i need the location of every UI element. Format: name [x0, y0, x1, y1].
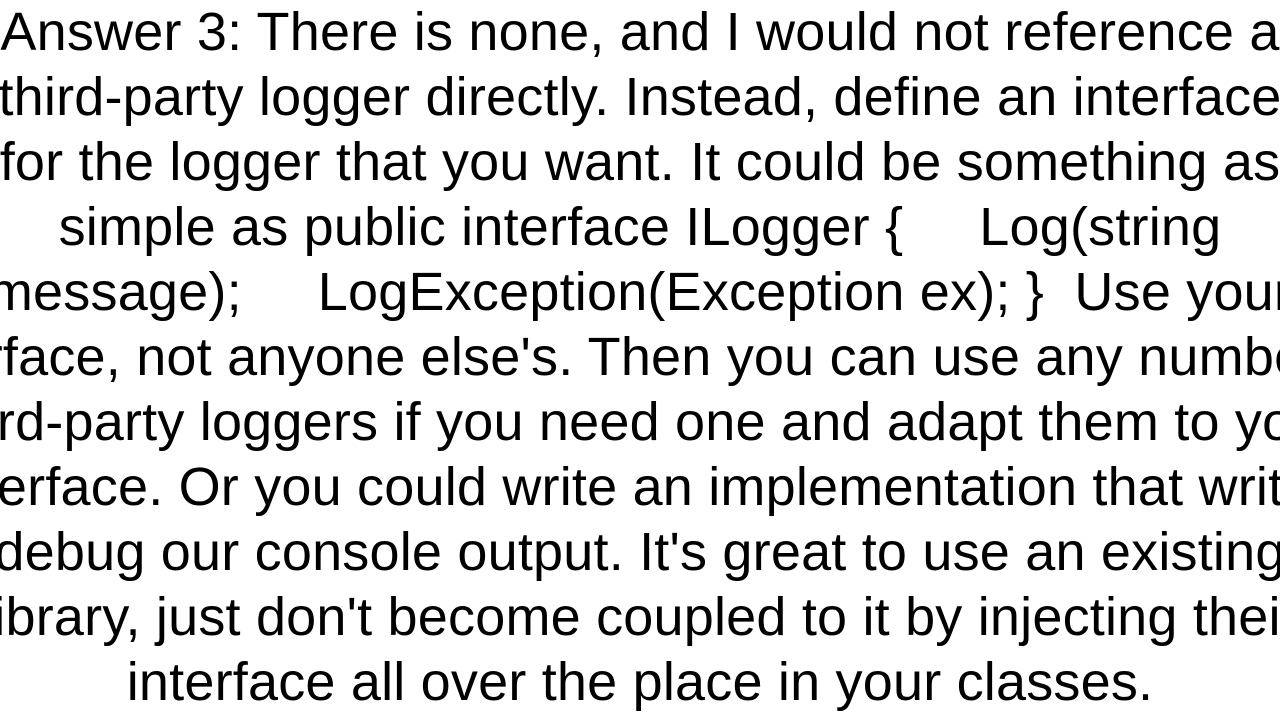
answer-text-block: Answer 3: There is none, and I would not…	[0, 0, 1280, 720]
